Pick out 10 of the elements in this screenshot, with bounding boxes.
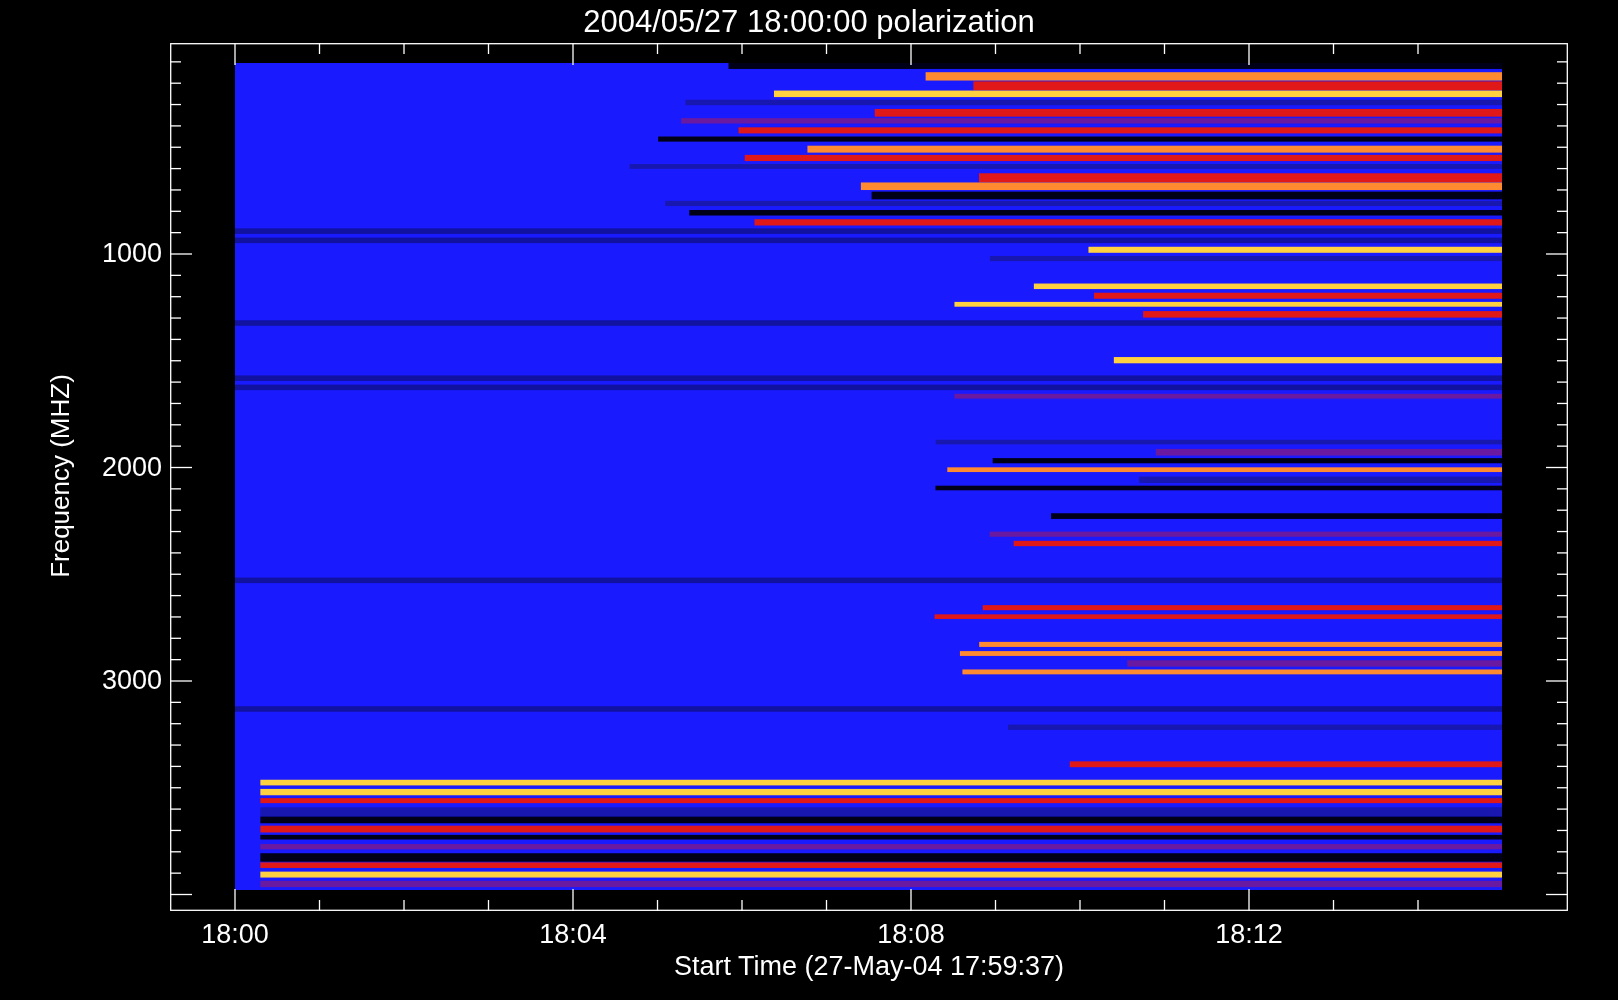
x-tick-label: 18:08 xyxy=(876,921,946,948)
y-axis-label: Frequency (MHZ) xyxy=(47,373,73,580)
plot-title: 2004/05/27 18:00:00 polarization xyxy=(583,6,1035,37)
y-tick-label: 2000 xyxy=(101,453,162,481)
x-tick-label: 18:04 xyxy=(538,921,608,948)
y-tick-label: 1000 xyxy=(101,240,162,267)
x-axis-label: Start Time (27-May-04 17:59:37) xyxy=(673,953,1065,980)
x-tick-label: 18:00 xyxy=(200,921,270,948)
x-tick-label: 18:12 xyxy=(1214,921,1284,948)
y-tick-label: 3000 xyxy=(101,667,162,694)
